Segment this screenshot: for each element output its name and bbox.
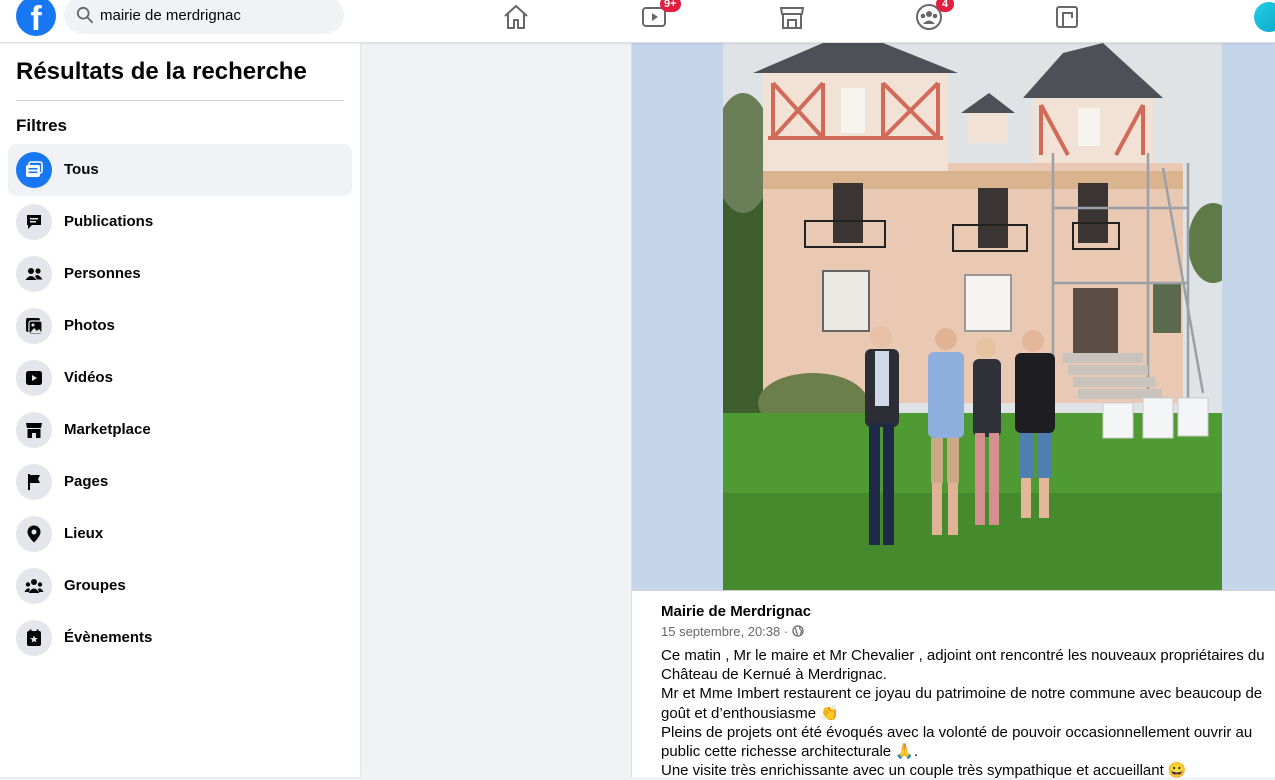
post-photo[interactable] xyxy=(723,43,1222,590)
globe-icon xyxy=(792,625,804,637)
filter-item-all[interactable]: Tous xyxy=(8,144,352,196)
filter-item-label: Lieux xyxy=(64,525,104,542)
meta-separator: · xyxy=(783,624,789,639)
filter-item-events[interactable]: Évènements xyxy=(8,612,352,664)
groups-notification-badge: 4 xyxy=(936,0,954,12)
post-meta: 15 septembre, 20:38 · xyxy=(661,624,804,639)
calendar-star-icon xyxy=(27,629,41,646)
filter-item-label: Évènements xyxy=(64,629,153,646)
post-text-line: Une visite très enrichissante avec un co… xyxy=(661,762,1187,780)
home-icon[interactable] xyxy=(501,2,531,32)
top-navigation-bar: f 9+ 4 xyxy=(0,0,1275,43)
post-content: Mairie de Merdrignac 15 septembre, 20:38… xyxy=(632,590,1275,780)
filter-item-groups[interactable]: Groupes xyxy=(8,560,352,612)
post-text-line: Pleins de projets ont été évoqués avec l… xyxy=(661,723,1253,761)
watch-notification-badge: 9+ xyxy=(660,0,681,12)
post-card: Mairie de Merdrignac 15 septembre, 20:38… xyxy=(631,43,1275,780)
filters-heading: Filtres xyxy=(16,116,68,135)
search-icon xyxy=(76,6,94,24)
filter-item-photos[interactable]: Photos xyxy=(8,300,352,352)
filter-item-label: Vidéos xyxy=(64,369,113,386)
filter-item-label: Marketplace xyxy=(64,421,151,438)
filter-item-label: Publications xyxy=(64,213,154,230)
filter-item-places[interactable]: Lieux xyxy=(8,508,352,560)
flag-icon xyxy=(28,474,40,490)
gaming-icon[interactable] xyxy=(1052,2,1082,32)
post-text-line: Ce matin , Mr le maire et Mr Chevalier ,… xyxy=(661,647,1265,684)
photos-icon xyxy=(26,318,43,335)
groups-icon xyxy=(24,579,44,593)
results-gap-area xyxy=(361,43,631,777)
filter-item-people[interactable]: Personnes xyxy=(8,248,352,300)
avatar[interactable] xyxy=(1254,2,1275,32)
divider xyxy=(16,100,344,101)
watch-nav-button[interactable]: 9+ xyxy=(640,0,681,32)
post-message: Ce matin , Mr le maire et Mr Chevalier ,… xyxy=(661,646,1273,780)
post-author-name[interactable]: Mairie de Merdrignac xyxy=(661,603,811,620)
filter-item-label: Personnes xyxy=(64,265,141,282)
filter-item-label: Tous xyxy=(64,161,99,178)
groups-nav-button[interactable]: 4 xyxy=(914,0,954,32)
filter-item-posts[interactable]: Publications xyxy=(8,196,352,248)
search-input[interactable] xyxy=(100,4,330,26)
filter-item-label: Groupes xyxy=(64,577,126,594)
filter-item-pages[interactable]: Pages xyxy=(8,456,352,508)
all-results-icon xyxy=(26,161,43,177)
filter-item-videos[interactable]: Vidéos xyxy=(8,352,352,404)
facebook-logo-icon[interactable]: f xyxy=(16,0,56,36)
location-pin-icon xyxy=(27,525,41,543)
filter-item-marketplace[interactable]: Marketplace xyxy=(8,404,352,456)
posts-icon xyxy=(27,215,41,229)
marketplace-icon xyxy=(26,423,42,438)
post-text-line: Mr et Mme Imbert restaurent ce joyau du … xyxy=(661,685,1263,722)
filter-item-label: Pages xyxy=(64,473,109,490)
marketplace-icon[interactable] xyxy=(777,2,807,32)
search-box[interactable] xyxy=(64,0,344,34)
filter-item-label: Photos xyxy=(64,317,115,334)
post-timestamp[interactable]: 15 septembre, 20:38 xyxy=(661,624,780,639)
search-results-sidebar: Résultats de la recherche Filtres Tous P… xyxy=(0,43,360,777)
chateau-photo-image xyxy=(723,43,1222,590)
video-icon xyxy=(26,371,42,385)
page-title: Résultats de la recherche xyxy=(16,58,307,85)
people-icon xyxy=(25,268,43,280)
